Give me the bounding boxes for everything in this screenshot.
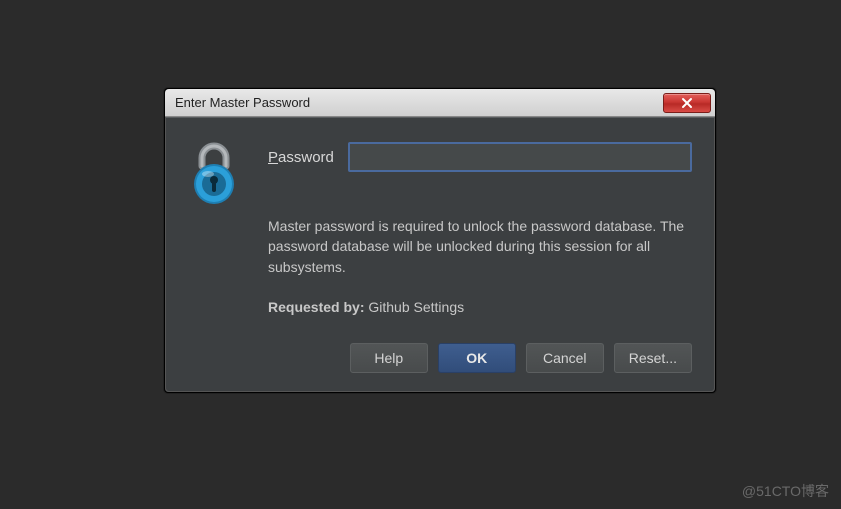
close-icon: [681, 97, 693, 109]
reset-button[interactable]: Reset...: [614, 343, 692, 373]
close-button[interactable]: [663, 93, 711, 113]
titlebar: Enter Master Password: [165, 89, 715, 117]
form-area: Password Master password is required to …: [268, 138, 692, 315]
password-row: Password: [268, 142, 692, 172]
requested-by: Requested by: Github Settings: [268, 299, 692, 315]
dialog-content: Password Master password is required to …: [165, 117, 715, 392]
watermark-text: @51CTO博客: [742, 481, 829, 501]
button-row: Help OK Cancel Reset...: [188, 343, 692, 373]
dialog-title: Enter Master Password: [175, 95, 663, 110]
description-text: Master password is required to unlock th…: [268, 216, 692, 277]
cancel-button[interactable]: Cancel: [526, 343, 604, 373]
master-password-dialog: Enter Master Password: [164, 88, 716, 393]
password-input[interactable]: [348, 142, 692, 172]
requested-by-value: Github Settings: [368, 299, 464, 315]
lock-icon: [188, 138, 248, 209]
help-button[interactable]: Help: [350, 343, 428, 373]
password-label: Password: [268, 149, 334, 166]
ok-button[interactable]: OK: [438, 343, 516, 373]
top-row: Password Master password is required to …: [188, 138, 692, 315]
